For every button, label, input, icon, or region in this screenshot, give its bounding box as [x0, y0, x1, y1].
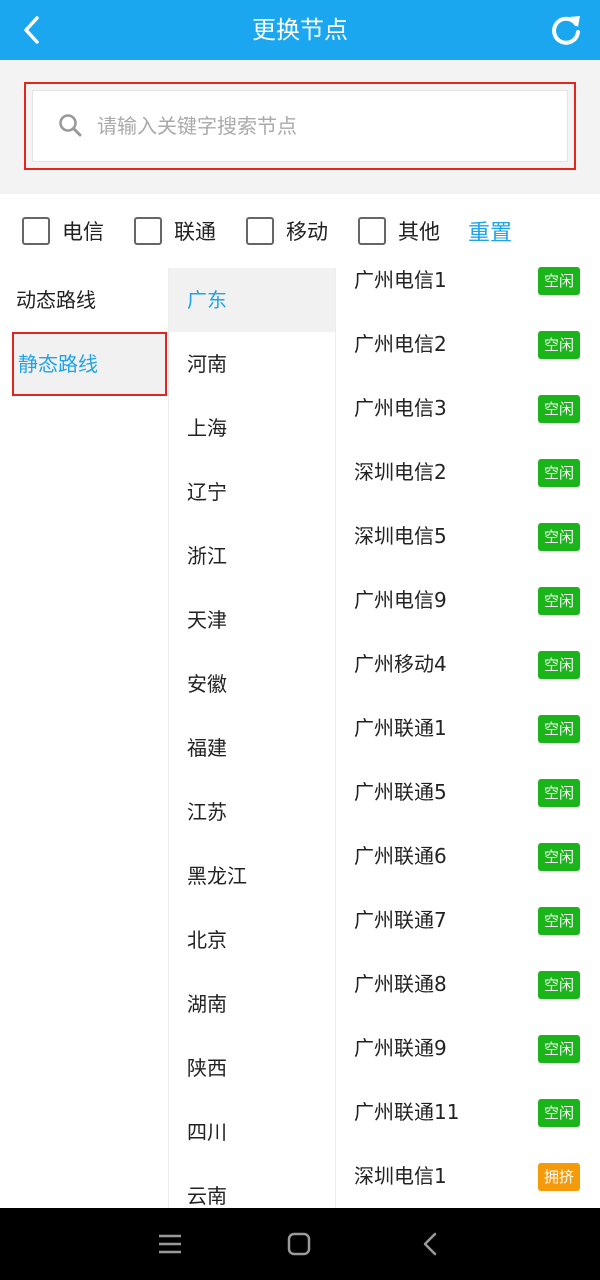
filter-label: 电信 [62, 220, 104, 244]
node-name: 广州电信9 [354, 588, 447, 612]
node-item[interactable]: 广州联通8 空闲 [336, 954, 600, 1018]
filter-telecom[interactable]: 电信 [22, 216, 112, 246]
province-item[interactable]: 上海 [169, 396, 335, 460]
node-name: 广州移动4 [354, 652, 447, 676]
node-name: 广州联通5 [354, 780, 447, 804]
node-name: 广州电信3 [354, 396, 447, 420]
search-area [0, 60, 600, 194]
province-item[interactable]: 云南 [169, 1164, 335, 1208]
filter-label: 其他 [398, 220, 440, 244]
province-item[interactable]: 福建 [169, 716, 335, 780]
node-name: 深圳电信1 [354, 1164, 447, 1188]
node-item[interactable]: 广州联通1 空闲 [336, 698, 600, 762]
status-badge: 空闲 [537, 331, 580, 359]
node-item[interactable]: 广州移动4 空闲 [336, 634, 600, 698]
province-item-selected[interactable]: 广东 [169, 268, 335, 332]
node-name: 广州联通6 [354, 844, 447, 868]
province-item[interactable]: 安徽 [169, 652, 335, 716]
system-nav-bar [0, 1208, 600, 1280]
province-item[interactable]: 江苏 [169, 780, 335, 844]
province-item[interactable]: 四川 [169, 1100, 335, 1164]
refresh-icon [552, 16, 580, 45]
filter-other[interactable]: 其他 [358, 216, 448, 246]
filter-label: 联通 [174, 220, 216, 244]
status-badge: 空闲 [537, 1099, 580, 1127]
filter-unicom[interactable]: 联通 [134, 216, 224, 246]
search-input[interactable] [97, 114, 567, 138]
node-name: 广州电信1 [354, 268, 447, 292]
node-name: 广州电信2 [354, 332, 447, 356]
province-item[interactable]: 陕西 [169, 1036, 335, 1100]
status-badge: 空闲 [537, 907, 580, 935]
search-box[interactable] [32, 90, 568, 162]
status-badge: 拥挤 [537, 1163, 580, 1191]
node-item[interactable]: 广州电信3 空闲 [336, 378, 600, 442]
menu-button[interactable] [152, 1226, 188, 1262]
node-item[interactable]: 广州电信9 空闲 [336, 570, 600, 634]
node-item[interactable]: 广州电信1 空闲 [336, 250, 600, 314]
node-item[interactable]: 广州联通9 空闲 [336, 1018, 600, 1082]
mobile-checkbox[interactable] [246, 217, 274, 245]
province-item[interactable]: 天津 [169, 588, 335, 652]
status-badge: 空闲 [537, 651, 580, 679]
node-item[interactable]: 广州联通11 空闲 [336, 1082, 600, 1146]
telecom-checkbox[interactable] [22, 217, 50, 245]
status-badge: 空闲 [537, 523, 580, 551]
node-name: 广州联通8 [354, 972, 447, 996]
status-badge: 空闲 [537, 843, 580, 871]
status-badge: 空闲 [537, 1035, 580, 1063]
status-badge: 空闲 [537, 587, 580, 615]
status-badge: 空闲 [537, 779, 580, 807]
province-list: 广东 河南 上海 辽宁 浙江 天津 安徽 福建 江苏 黑龙江 北京 湖南 陕西 … [168, 268, 336, 1208]
node-name: 广州联通11 [354, 1100, 460, 1124]
home-square-icon [287, 1232, 311, 1256]
node-list: 广州电信1 空闲 广州电信2 空闲 广州电信3 空闲 深圳电信2 空闲 深圳电信5 空闲 … [336, 250, 600, 1208]
province-item[interactable]: 浙江 [169, 524, 335, 588]
province-item[interactable]: 北京 [169, 908, 335, 972]
app-header: 更换节点 [0, 0, 600, 60]
node-name: 广州联通7 [354, 908, 447, 932]
search-icon [59, 114, 82, 137]
filter-label: 移动 [286, 220, 328, 244]
home-button[interactable] [281, 1226, 317, 1262]
other-checkbox[interactable] [358, 217, 386, 245]
system-back-button[interactable] [412, 1226, 448, 1262]
filter-mobile[interactable]: 移动 [246, 216, 336, 246]
node-item[interactable]: 广州联通5 空闲 [336, 762, 600, 826]
node-item[interactable]: 深圳电信5 空闲 [336, 506, 600, 570]
node-name: 广州联通9 [354, 1036, 447, 1060]
province-item[interactable]: 河南 [169, 332, 335, 396]
status-badge: 空闲 [537, 459, 580, 487]
province-item[interactable]: 辽宁 [169, 460, 335, 524]
reset-button[interactable]: 重置 [468, 215, 512, 247]
unicom-checkbox[interactable] [134, 217, 162, 245]
status-badge: 空闲 [537, 395, 580, 423]
route-item-static[interactable]: 静态路线 [12, 332, 167, 396]
search-highlight-frame [24, 82, 576, 170]
back-triangle-icon [423, 1232, 437, 1256]
refresh-button[interactable] [546, 10, 586, 50]
node-item[interactable]: 深圳电信2 空闲 [336, 442, 600, 506]
status-badge: 空闲 [537, 715, 580, 743]
province-item[interactable]: 湖南 [169, 972, 335, 1036]
route-item-dynamic[interactable]: 动态路线 [0, 268, 168, 332]
status-badge: 空闲 [537, 267, 580, 295]
province-item[interactable]: 黑龙江 [169, 844, 335, 908]
page-title: 更换节点 [252, 16, 348, 44]
node-item[interactable]: 深圳电信1 拥挤 [336, 1146, 600, 1208]
menu-icon [159, 1234, 181, 1254]
route-type-list: 动态路线 静态路线 [0, 268, 168, 1208]
node-item[interactable]: 广州联通7 空闲 [336, 890, 600, 954]
node-item[interactable]: 广州电信2 空闲 [336, 314, 600, 378]
node-item[interactable]: 广州联通6 空闲 [336, 826, 600, 890]
node-name: 深圳电信2 [354, 460, 447, 484]
node-name: 深圳电信5 [354, 524, 447, 548]
node-name: 广州联通1 [354, 716, 447, 740]
status-badge: 空闲 [537, 971, 580, 999]
